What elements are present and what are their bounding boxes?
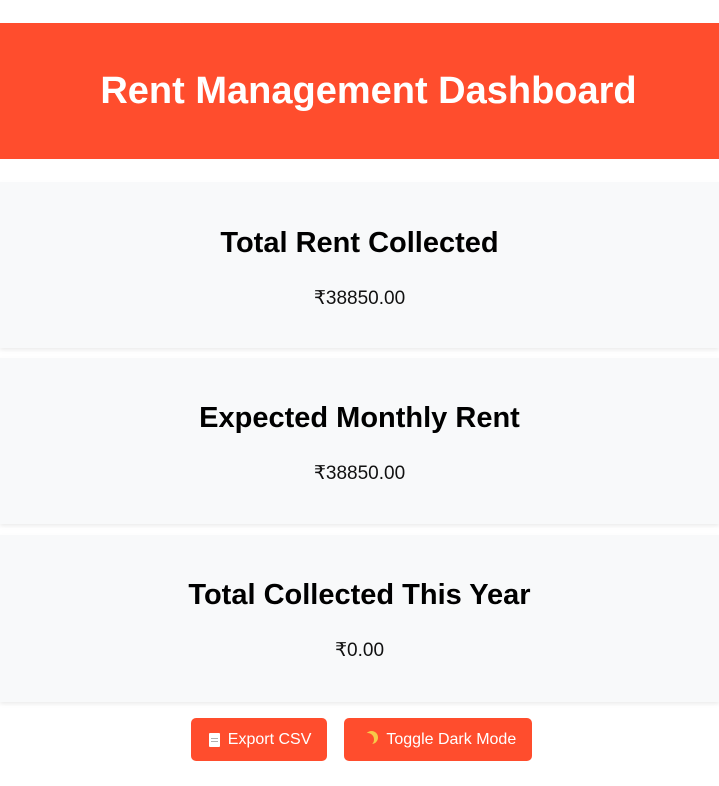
- page-title: Rent Management Dashboard: [100, 69, 637, 112]
- toggle-dark-mode-label: Toggle Dark Mode: [386, 730, 517, 748]
- card-amount: ₹38850.00: [313, 463, 406, 484]
- total-collected-this-year-card: Total Collected This Year ₹0.00: [0, 535, 719, 702]
- export-csv-button[interactable]: Export CSV: [190, 718, 328, 761]
- card-title: Total Collected This Year: [188, 579, 531, 611]
- card-title: Expected Monthly Rent: [199, 402, 520, 434]
- dashboard-header: Rent Management Dashboard: [0, 23, 719, 159]
- total-rent-collected-card: Total Rent Collected ₹38850.00: [0, 182, 719, 348]
- card-amount: ₹38850.00: [313, 288, 406, 309]
- card-amount: ₹0.00: [334, 640, 385, 661]
- document-icon: [208, 732, 220, 747]
- expected-monthly-rent-card: Expected Monthly Rent ₹38850.00: [0, 358, 719, 524]
- export-csv-label: Export CSV: [227, 730, 312, 748]
- toggle-dark-mode-button[interactable]: Toggle Dark Mode: [344, 718, 533, 761]
- moon-icon: [361, 733, 374, 746]
- action-bar: Export CSV Toggle Dark Mode: [0, 718, 719, 761]
- card-title: Total Rent Collected: [220, 227, 499, 259]
